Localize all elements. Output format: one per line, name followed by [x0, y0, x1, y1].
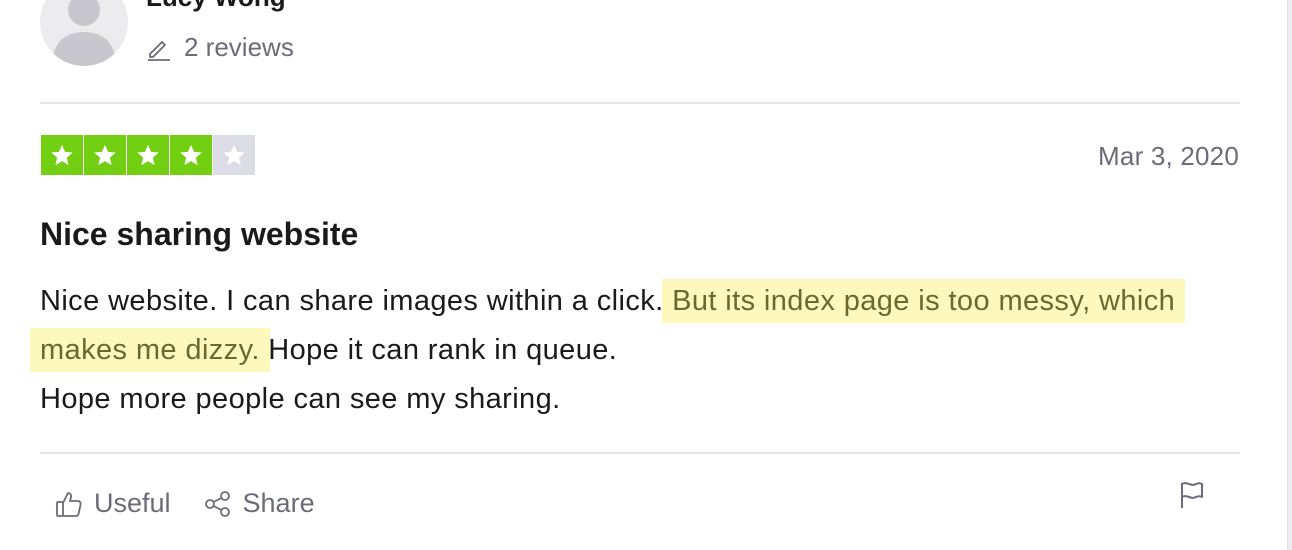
pencil-icon	[146, 35, 172, 61]
star-icon	[41, 135, 83, 175]
review-text: Hope more people can see my sharing.	[40, 383, 561, 415]
star-rating	[41, 135, 255, 175]
share-label: Share	[242, 488, 315, 518]
reviews-count-label: 2 reviews	[184, 32, 294, 62]
footer-divider	[40, 452, 1240, 454]
share-button[interactable]: Share	[203, 488, 315, 519]
review-card: Lucy Wong 2 reviews	[0, 0, 1292, 550]
reviewer-reviews-count: 2 reviews	[146, 32, 294, 63]
reviewer-name[interactable]: Lucy Wong	[146, 0, 294, 12]
reviewer-header: Lucy Wong 2 reviews	[40, 0, 294, 66]
flag-icon	[1178, 480, 1206, 515]
thumbs-up-icon	[54, 489, 84, 519]
review-actions: Useful Share	[54, 488, 347, 519]
report-button[interactable]	[1178, 480, 1206, 515]
review-title[interactable]: Nice sharing website	[40, 214, 358, 254]
reviewer-info: Lucy Wong 2 reviews	[146, 0, 294, 63]
avatar[interactable]	[40, 0, 128, 66]
header-divider	[40, 102, 1240, 104]
review-date: Mar 3, 2020	[1098, 141, 1239, 171]
scrollbar-track[interactable]	[1287, 0, 1292, 550]
star-icon	[84, 135, 126, 175]
share-icon	[203, 489, 233, 519]
useful-label: Useful	[94, 488, 171, 518]
useful-button[interactable]: Useful	[54, 488, 171, 519]
star-icon	[127, 135, 169, 175]
review-body: Nice website. I can share images within …	[30, 277, 1190, 424]
review-text: Nice website. I can share images within …	[40, 285, 673, 317]
star-icon	[170, 135, 212, 175]
person-silhouette-icon	[52, 0, 116, 66]
star-icon	[213, 135, 255, 175]
review-text: Hope it can rank in queue.	[259, 334, 618, 366]
